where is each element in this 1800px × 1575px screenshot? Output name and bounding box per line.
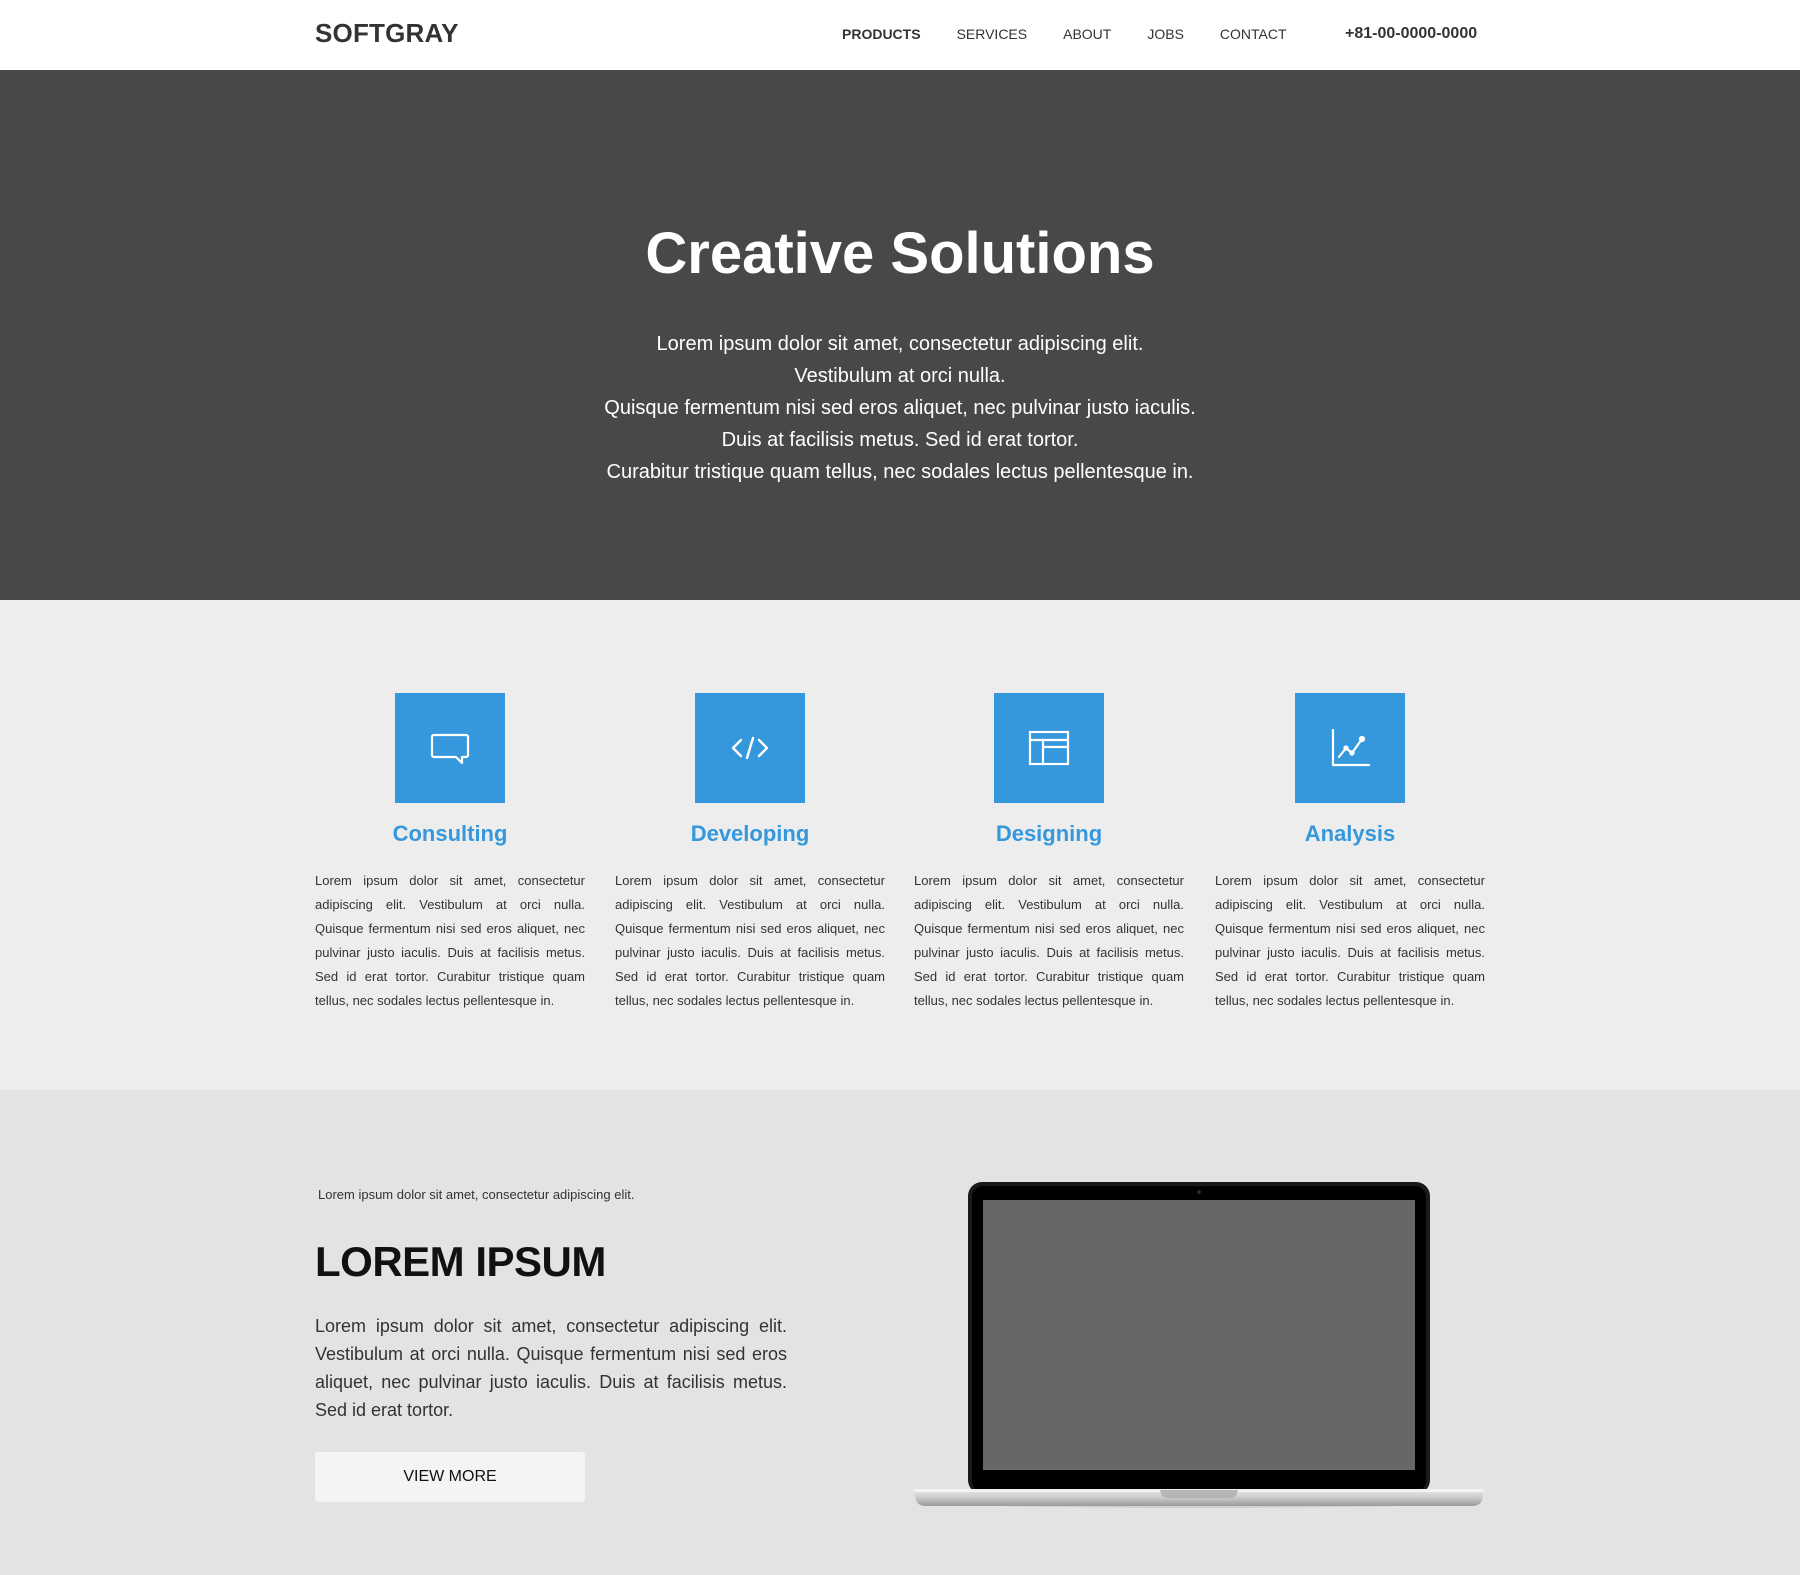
hero-line: Curabitur tristique quam tellus, nec sod… [606, 461, 1194, 483]
logo[interactable]: SOFTGRAY [315, 18, 459, 49]
view-more-button[interactable]: VIEW MORE [315, 1452, 585, 1502]
hero-line: Quisque fermentum nisi sed eros aliquet,… [604, 397, 1196, 419]
hero-line: Duis at facilisis metus. Sed id erat tor… [721, 429, 1079, 451]
feature-text: Lorem ipsum dolor sit amet, consectetur … [1215, 873, 1485, 1008]
feature-text: Lorem ipsum dolor sit amet, consectetur … [315, 873, 585, 1008]
feature-text: Lorem ipsum dolor sit amet, consectetur … [914, 873, 1184, 1008]
feature-icon-box [994, 693, 1104, 803]
nav-item-contact[interactable]: CONTACT [1220, 26, 1287, 42]
site-header: SOFTGRAY PRODUCTS SERVICES ABOUT JOBS CO… [0, 0, 1800, 70]
nav-item-about[interactable]: ABOUT [1063, 26, 1111, 42]
feature-title: Developing [690, 821, 810, 846]
feature-title: Analysis [1304, 821, 1396, 846]
hero-line: Vestibulum at orci nulla. [794, 365, 1006, 387]
feature-developing: Developing Lorem ipsum dolor sit amet, c… [615, 693, 885, 1013]
chart-icon [1331, 728, 1371, 767]
features-section: Consulting Lorem ipsum dolor sit amet, c… [0, 600, 1800, 1090]
feature-icon-box [1295, 693, 1405, 803]
feature-icon-box [695, 693, 805, 803]
hero-line: Lorem ipsum dolor sit amet, consectetur … [656, 333, 1144, 355]
feature-title: Consulting [392, 821, 508, 846]
feature-designing: Designing Lorem ipsum dolor sit amet, co… [914, 693, 1184, 1013]
promo-section: Lorem ipsum dolor sit amet, consectetur … [0, 1090, 1800, 1575]
hero-section: Creative Solutions Lorem ipsum dolor sit… [0, 70, 1800, 600]
phone-number: +81-00-0000-0000 [1345, 25, 1478, 42]
hero-description: Lorem ipsum dolor sit amet, consectetur … [0, 328, 1800, 488]
feature-text: Lorem ipsum dolor sit amet, consectetur … [615, 873, 885, 1008]
promo-text: Lorem ipsum dolor sit amet, consectetur … [315, 1316, 787, 1420]
laptop-image [914, 1182, 1484, 1508]
hero-title: Creative Solutions [645, 221, 1155, 286]
code-icon [731, 736, 769, 760]
promo-kicker: Lorem ipsum dolor sit amet, consectetur … [318, 1187, 635, 1202]
feature-consulting: Consulting Lorem ipsum dolor sit amet, c… [315, 693, 585, 1013]
nav-item-products[interactable]: PRODUCTS [842, 26, 921, 42]
layout-icon [1028, 730, 1070, 766]
main-nav: PRODUCTS SERVICES ABOUT JOBS CONTACT [842, 26, 1323, 42]
nav-item-services[interactable]: SERVICES [957, 26, 1028, 42]
feature-analysis: Analysis Lorem ipsum dolor sit amet, con… [1215, 693, 1485, 1013]
feature-icon-box [395, 693, 505, 803]
chat-bubble-icon [430, 733, 470, 765]
nav-item-jobs[interactable]: JOBS [1147, 26, 1184, 42]
feature-title: Designing [995, 821, 1103, 846]
promo-title: LOREM IPSUM [315, 1238, 606, 1285]
